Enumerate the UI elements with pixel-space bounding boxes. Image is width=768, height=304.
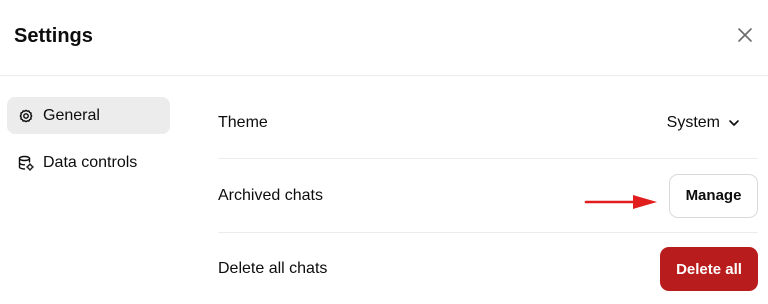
arrow-right-icon — [584, 195, 657, 209]
settings-sidebar: General Data controls — [0, 77, 184, 304]
sidebar-item-label: Data controls — [43, 153, 138, 171]
theme-select[interactable]: System — [667, 114, 758, 132]
settings-dialog: Settings General Data controls Theme Sys… — [0, 0, 768, 304]
dialog-header: Settings — [0, 0, 768, 76]
delete-chats-row: Delete all chats Delete all — [218, 233, 758, 304]
manage-button[interactable]: Manage — [669, 173, 758, 218]
archived-chats-row: Archived chats Manage — [218, 159, 758, 232]
sidebar-item-data-controls[interactable]: Data controls — [7, 144, 170, 181]
sidebar-item-label: General — [43, 106, 100, 124]
delete-chats-label: Delete all chats — [218, 260, 328, 277]
theme-row: Theme System — [218, 88, 758, 158]
close-icon — [738, 28, 752, 42]
database-settings-icon — [18, 155, 34, 171]
delete-all-button[interactable]: Delete all — [660, 247, 758, 291]
close-button[interactable] — [734, 24, 756, 46]
chevron-down-icon — [728, 117, 740, 129]
theme-label: Theme — [218, 114, 268, 131]
theme-value: System — [666, 114, 720, 131]
gear-icon — [18, 108, 34, 124]
dialog-title: Settings — [14, 25, 93, 47]
sidebar-item-general[interactable]: General — [7, 97, 170, 134]
archived-chats-label: Archived chats — [218, 186, 323, 204]
